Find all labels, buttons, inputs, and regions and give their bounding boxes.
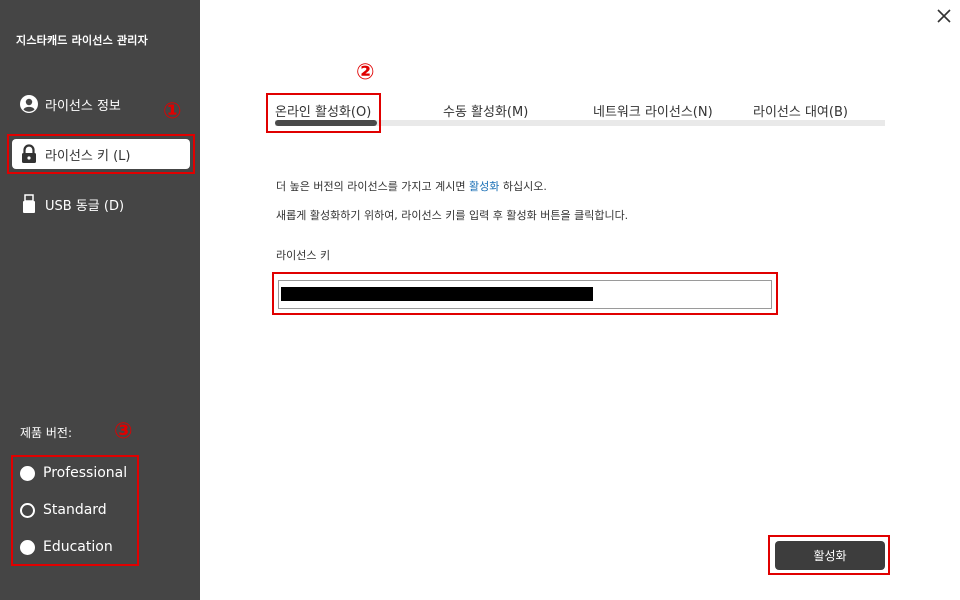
annotation-marker-3: ③ (114, 419, 133, 444)
radio-indicator (20, 539, 35, 555)
description-upgrade: 더 높은 버전의 라이선스를 가지고 계시면 활성화 하십시오. (276, 178, 547, 194)
usb-icon (18, 193, 40, 215)
tab-online-activation[interactable]: 온라인 활성화(O) (275, 101, 371, 120)
radio-professional[interactable]: Professional (20, 461, 127, 485)
description-text: 더 높은 버전의 라이선스를 가지고 계시면 (276, 180, 470, 193)
product-version-label: 제품 버전: (20, 426, 73, 440)
tab-network-license[interactable]: 네트워크 라이선스(N) (593, 101, 713, 120)
radio-indicator (20, 465, 35, 481)
license-key-redaction (281, 287, 593, 301)
radio-label: Standard (43, 502, 107, 518)
user-circle-icon (18, 93, 40, 115)
sidebar-item-license-key[interactable]: 라이선스 키 (L) (12, 139, 190, 169)
radio-standard[interactable]: Standard (20, 498, 107, 522)
sidebar: 지스타캐드 라이선스 관리자 라이선스 정보 라이선스 키 (L) USB 동글… (0, 0, 200, 600)
close-icon (937, 9, 951, 23)
tab-license-borrow[interactable]: 라이선스 대여(B) (753, 101, 848, 120)
activate-button[interactable]: 활성화 (775, 541, 885, 570)
license-manager-window: 지스타캐드 라이선스 관리자 라이선스 정보 라이선스 키 (L) USB 동글… (0, 0, 960, 600)
radio-label: Professional (43, 465, 128, 481)
close-button[interactable] (933, 5, 955, 27)
activate-link[interactable]: 활성화 (469, 180, 499, 193)
sidebar-item-label: USB 동글 (D) (45, 198, 125, 214)
sidebar-item-label: 라이선스 정보 (45, 98, 121, 114)
radio-label: Education (43, 539, 113, 555)
radio-indicator (20, 502, 35, 518)
license-key-label: 라이선스 키 (276, 249, 331, 262)
tab-manual-activation[interactable]: 수동 활성화(M) (443, 101, 528, 120)
description-instruction: 새롭게 활성화하기 위하여, 라이선스 키를 입력 후 활성화 버튼을 클릭합니… (276, 209, 629, 222)
sidebar-item-usb-dongle[interactable]: USB 동글 (D) (12, 189, 190, 219)
lock-icon (18, 143, 40, 165)
annotation-marker-1: ① (163, 99, 182, 124)
activation-tabs: 온라인 활성화(O) 수동 활성화(M) 네트워크 라이선스(N) 라이선스 대… (275, 98, 885, 128)
description-text: 하십시오. (499, 180, 547, 193)
annotation-marker-2: ② (356, 60, 375, 85)
radio-education[interactable]: Education (20, 535, 113, 559)
app-title: 지스타캐드 라이선스 관리자 (16, 34, 148, 47)
tab-active-indicator (275, 120, 377, 126)
sidebar-item-label: 라이선스 키 (L) (45, 148, 131, 164)
